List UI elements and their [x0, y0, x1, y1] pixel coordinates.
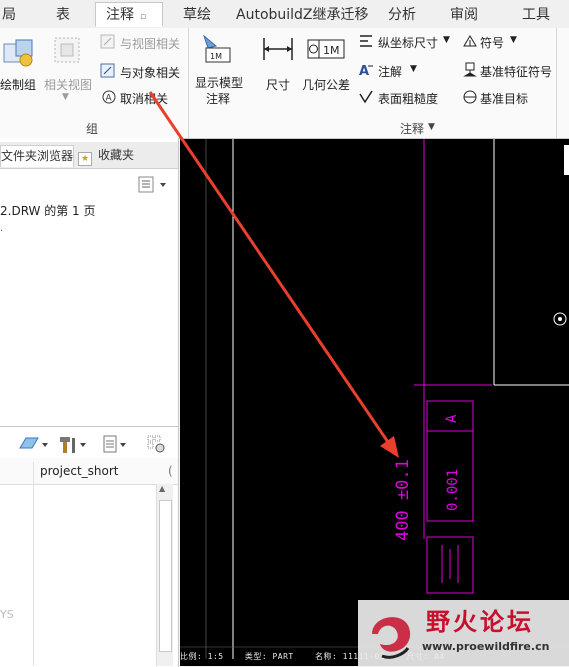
callout-arrow-shaft: [148, 91, 394, 449]
forum-logo-icon: [372, 617, 411, 659]
watermark-title: 野火论坛: [426, 608, 534, 636]
watermark-url: www.proewildfire.cn: [422, 640, 550, 653]
callout-arrow: [148, 91, 399, 458]
callout-arrow-head: [380, 436, 399, 458]
watermark-panel: 野火论坛 www.proewildfire.cn: [358, 600, 569, 666]
